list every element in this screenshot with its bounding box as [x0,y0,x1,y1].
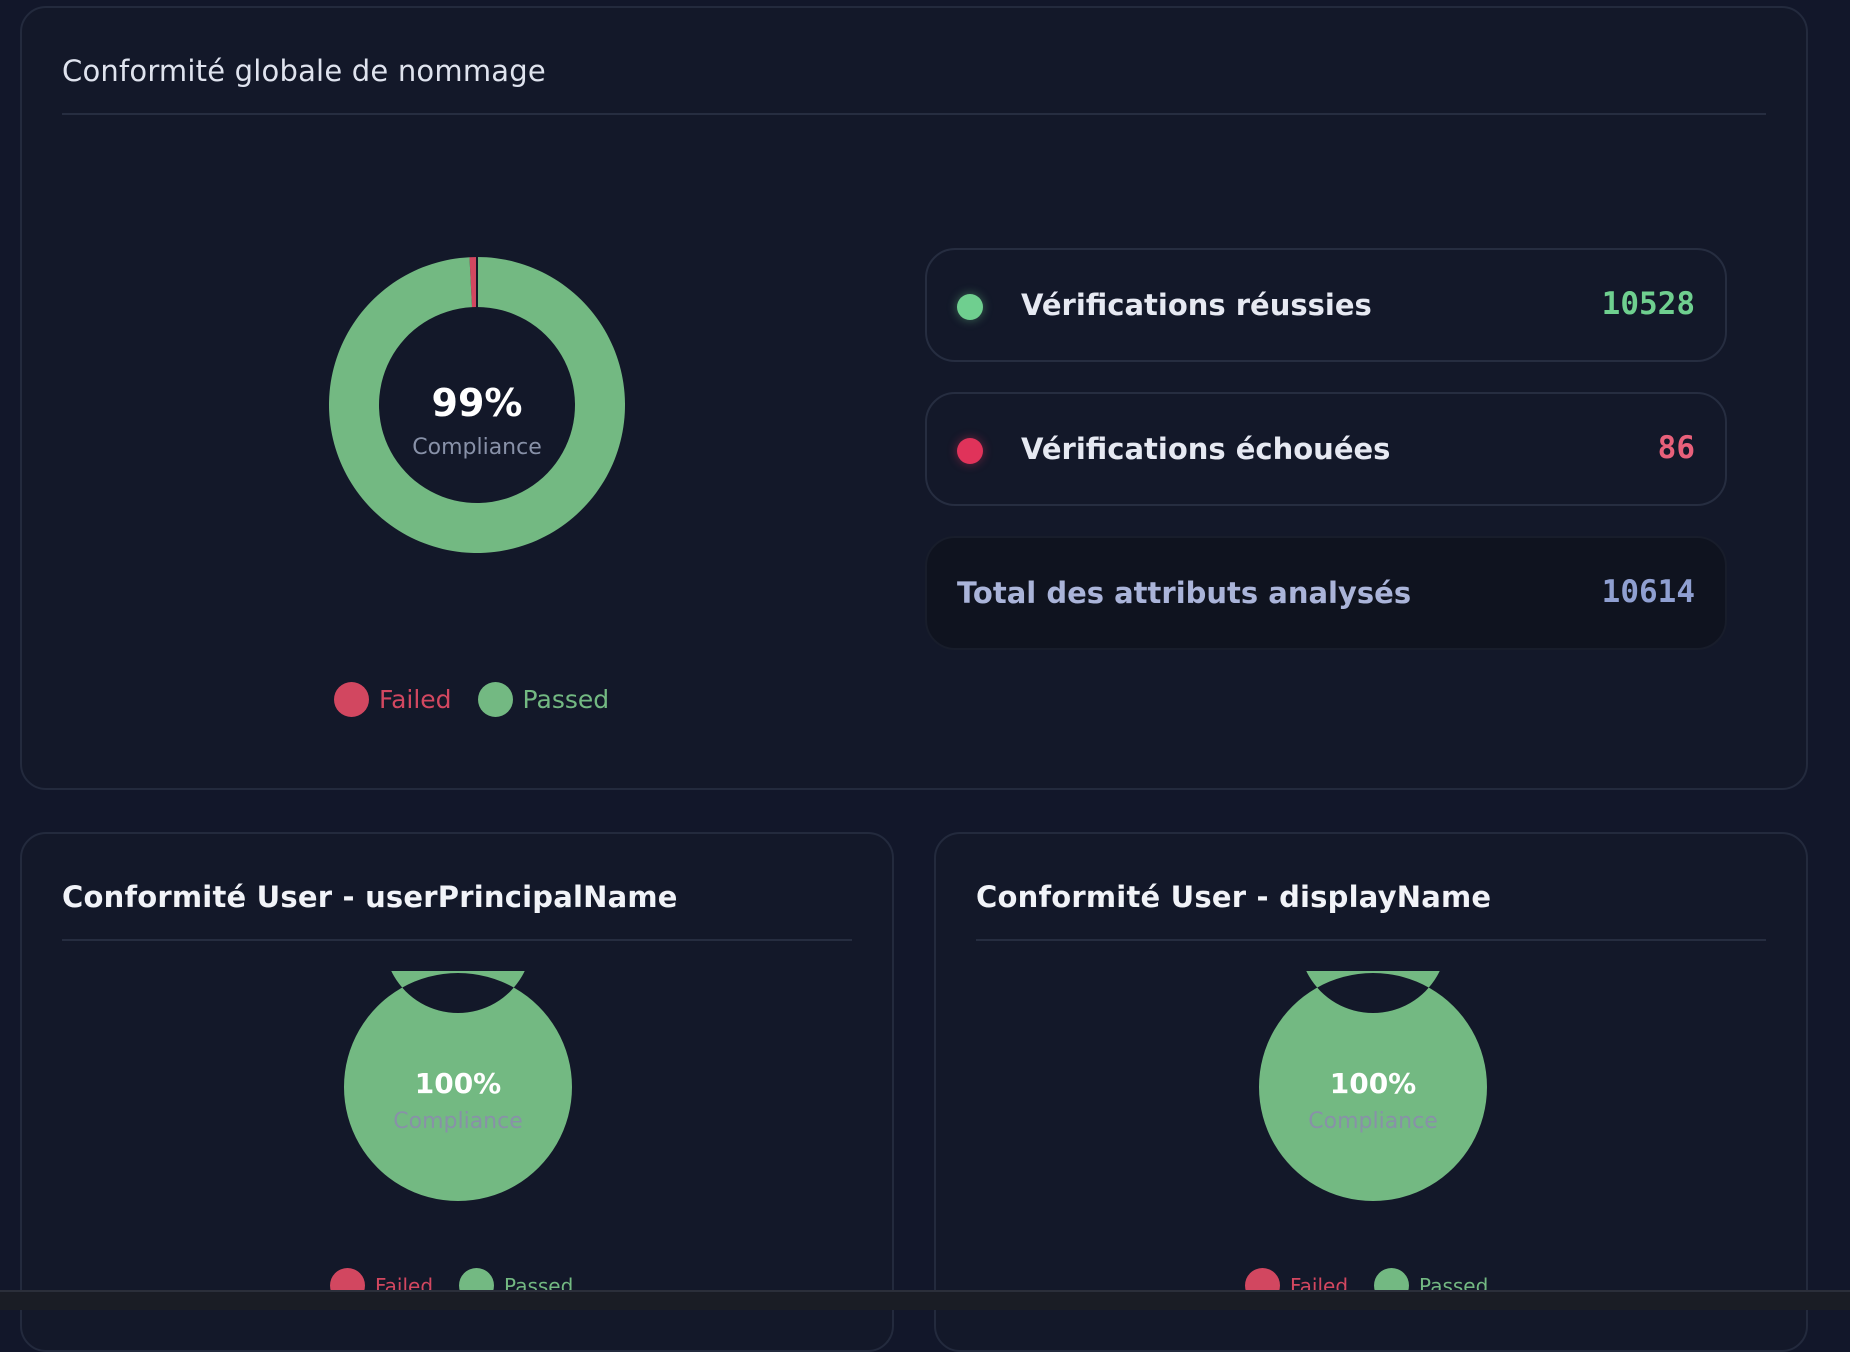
stat-passed-label: Vérifications réussies [1021,288,1372,322]
legend-passed[interactable]: Passed [477,682,610,717]
failed-dot-icon [957,438,983,464]
legend-passed-label: Passed [522,685,610,714]
displayname-compliance-card: Conformité User - displayName 100% Compl… [934,832,1808,1352]
stat-total-value: 10614 [1601,574,1695,610]
stat-failed-value: 86 [1657,430,1695,466]
passed-dot-icon [477,682,513,717]
compliance-label: Compliance [393,1109,523,1134]
upn-compliance-card: Conformité User - userPrincipalName 100%… [20,832,894,1352]
stat-failed-label: Vérifications échouées [1021,432,1391,466]
stat-passed: Vérifications réussies 10528 [925,248,1727,362]
displayname-donut-chart: 100% Compliance [1257,865,1489,1203]
divider [62,113,1766,115]
legend-failed[interactable]: Failed [334,682,452,717]
divider [62,939,852,941]
failed-dot-icon [334,682,369,717]
global-donut-chart: 99% Compliance [327,255,627,555]
legend-failed-label: Failed [379,685,452,714]
stat-passed-value: 10528 [1601,286,1695,322]
stat-total: Total des attributs analysés 10614 [925,536,1727,650]
card-title: Conformité globale de nommage [62,54,546,88]
chart-legend: Failed Passed [334,682,635,717]
stat-total-label: Total des attributs analysés [957,576,1412,610]
stat-failed: Vérifications échouées 86 [925,392,1727,506]
divider [976,939,1766,941]
upn-donut-chart: 100% Compliance [342,865,574,1203]
card-title: Conformité User - displayName [976,880,1492,914]
passed-dot-icon [957,294,983,320]
card-title: Conformité User - userPrincipalName [62,880,678,914]
compliance-percent: 99% [431,381,523,425]
compliance-label: Compliance [1308,1109,1438,1134]
window-bottom-bar [0,1290,1850,1310]
compliance-percent: 100% [414,1067,502,1100]
compliance-label: Compliance [412,435,542,460]
compliance-percent: 100% [1329,1067,1417,1100]
